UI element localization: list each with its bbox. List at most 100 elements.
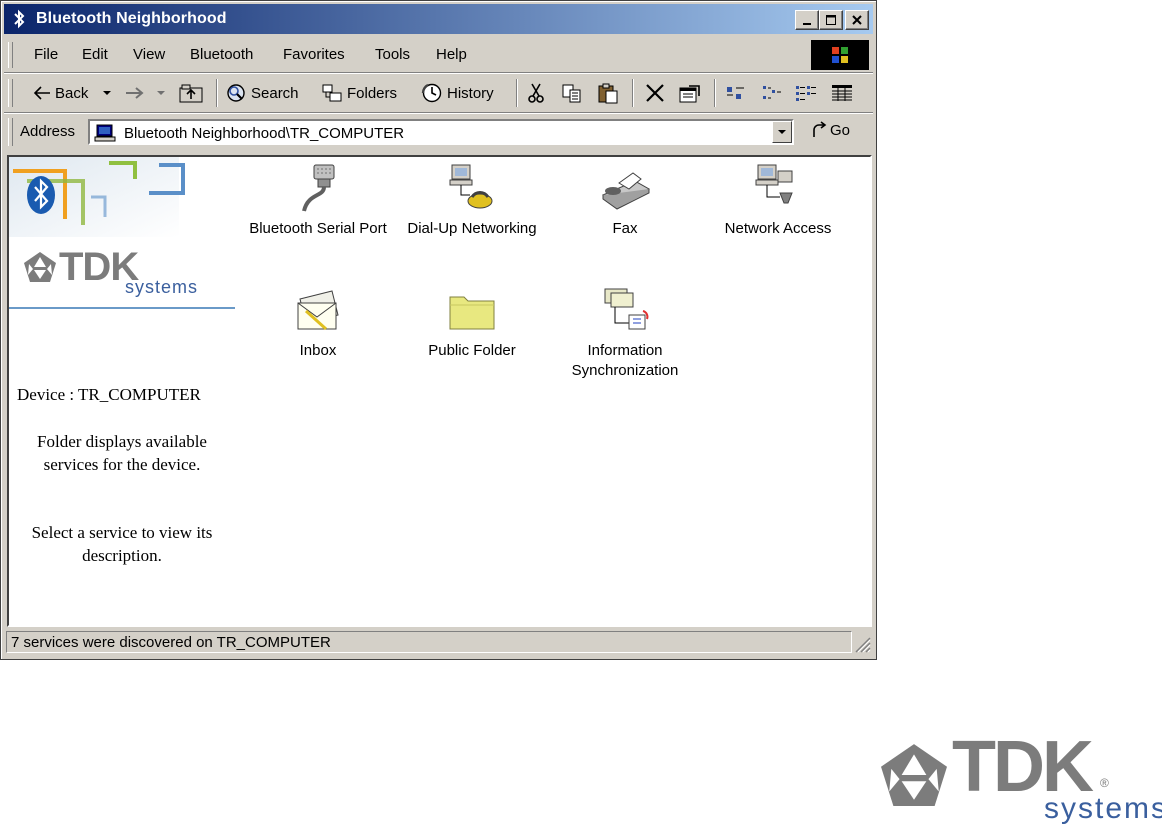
cut-button[interactable] — [526, 80, 549, 106]
service-fax[interactable]: Fax — [547, 163, 703, 239]
windows-flag-icon — [832, 47, 848, 63]
service-dial-up-networking[interactable]: Dial-Up Networking — [394, 163, 550, 239]
maximize-button[interactable] — [819, 10, 843, 30]
service-label: Information Synchronization — [571, 342, 679, 379]
title-bar[interactable]: Bluetooth Neighborhood — [4, 4, 873, 34]
details-view-icon — [832, 85, 852, 101]
copy-button[interactable] — [560, 80, 587, 106]
toolbar-separator — [632, 79, 634, 107]
folders-label: Folders — [347, 84, 398, 102]
network-access-icon — [755, 164, 793, 204]
menu-file[interactable]: File — [34, 46, 58, 63]
view-details-button[interactable] — [830, 80, 857, 106]
tdk-logo-sub: systems — [125, 277, 199, 297]
status-text: 7 services were discovered on TR_COMPUTE… — [6, 631, 852, 653]
search-label: Search — [251, 84, 299, 102]
paste-clipboard-icon — [598, 83, 618, 104]
back-label: Back — [55, 84, 89, 102]
bluetooth-icon — [14, 9, 25, 29]
folder-icon — [449, 296, 495, 330]
delete-x-icon — [646, 84, 664, 102]
service-network-access[interactable]: Network Access — [700, 163, 856, 239]
view-small-icons-button[interactable] — [760, 80, 787, 106]
menu-help[interactable]: Help — [436, 46, 467, 63]
service-public-folder[interactable]: Public Folder — [394, 285, 550, 361]
search-button[interactable]: Search — [224, 80, 299, 106]
computer-icon — [94, 124, 116, 142]
forward-arrow-icon — [126, 87, 144, 99]
window-title: Bluetooth Neighborhood — [36, 10, 227, 27]
address-grip[interactable] — [8, 118, 13, 146]
close-icon — [852, 15, 862, 25]
go-label: Go — [830, 121, 851, 139]
address-bar: Address Bluetooth Neighborhood\TR_COMPUT… — [4, 114, 873, 150]
resize-grip-icon[interactable] — [853, 635, 871, 653]
service-label: Inbox — [299, 342, 337, 359]
menu-view[interactable]: View — [133, 46, 165, 63]
minimize-icon — [803, 23, 811, 25]
serial-port-icon — [302, 164, 335, 212]
windows-logo — [811, 40, 869, 70]
paste-button[interactable] — [596, 80, 623, 106]
service-bluetooth-serial-port[interactable]: Bluetooth Serial Port — [240, 163, 396, 239]
delete-button[interactable] — [644, 80, 669, 106]
list-view-icon — [796, 86, 816, 101]
view-list-button[interactable] — [794, 80, 821, 106]
fax-icon — [601, 172, 651, 210]
menu-favorites[interactable]: Favorites — [283, 46, 345, 63]
history-label: History — [447, 84, 494, 102]
service-label: Bluetooth Serial Port — [249, 220, 387, 237]
service-inbox[interactable]: Inbox — [240, 285, 396, 361]
go-arrow-icon — [813, 121, 827, 137]
info-pane: TDK systems Device : TR_COMPUTER Folder … — [9, 157, 237, 625]
forward-button[interactable] — [124, 80, 149, 106]
info-divider — [9, 307, 235, 309]
folder-view[interactable]: TDK systems Device : TR_COMPUTER Folder … — [7, 155, 872, 627]
dial-up-icon — [449, 164, 493, 209]
view-large-icons-button[interactable] — [724, 80, 751, 106]
history-clock-icon — [421, 83, 442, 103]
footer-tdk-sub: systems — [1044, 792, 1162, 825]
device-name: Device : TR_COMPUTER — [17, 385, 201, 404]
back-button[interactable]: Back — [32, 80, 88, 106]
service-information-synchronization[interactable]: Information Synchronization — [547, 285, 703, 381]
menu-tools[interactable]: Tools — [375, 46, 410, 63]
chevron-down-icon — [103, 91, 111, 95]
properties-button[interactable] — [677, 80, 706, 106]
copy-icon — [562, 84, 581, 103]
back-arrow-icon — [33, 86, 50, 100]
explorer-window: Bluetooth Neighborhood File Edit View Bl… — [0, 0, 877, 660]
history-button[interactable]: History — [420, 80, 494, 106]
toolbar-separator — [516, 79, 518, 107]
chevron-down-icon — [778, 130, 786, 134]
address-label: Address — [20, 123, 76, 140]
service-label: Network Access — [724, 220, 832, 237]
menu-bluetooth[interactable]: Bluetooth — [190, 46, 253, 63]
forward-dropdown[interactable] — [156, 80, 169, 106]
tdk-emblem-icon — [881, 744, 947, 806]
registered-mark: ® — [1100, 776, 1109, 790]
large-icons-view-icon — [727, 87, 744, 99]
inbox-icon — [297, 290, 339, 331]
up-folder-icon — [179, 84, 203, 103]
up-folder-button[interactable] — [178, 80, 207, 106]
menu-grip[interactable] — [8, 42, 13, 68]
folder-description: Folder displays available services for t… — [37, 432, 207, 474]
address-input[interactable]: Bluetooth Neighborhood\TR_COMPUTER — [88, 119, 794, 145]
service-label: Public Folder — [428, 342, 516, 359]
go-button[interactable]: Go — [810, 121, 850, 139]
select-hint: Select a service to view its description… — [31, 523, 213, 565]
menu-edit[interactable]: Edit — [82, 46, 108, 63]
maximize-icon — [826, 15, 836, 25]
close-button[interactable] — [845, 10, 869, 30]
tdk-emblem-icon — [24, 252, 56, 282]
address-dropdown-button[interactable] — [772, 121, 792, 143]
chevron-down-icon — [157, 91, 165, 95]
toolbar-grip[interactable] — [8, 79, 13, 107]
folders-button[interactable]: Folders — [320, 80, 397, 106]
bluetooth-brand-graphic — [9, 157, 185, 237]
scissors-icon — [528, 83, 544, 103]
minimize-button[interactable] — [795, 10, 819, 30]
back-dropdown[interactable] — [102, 80, 115, 106]
toolbar-separator — [216, 79, 218, 107]
